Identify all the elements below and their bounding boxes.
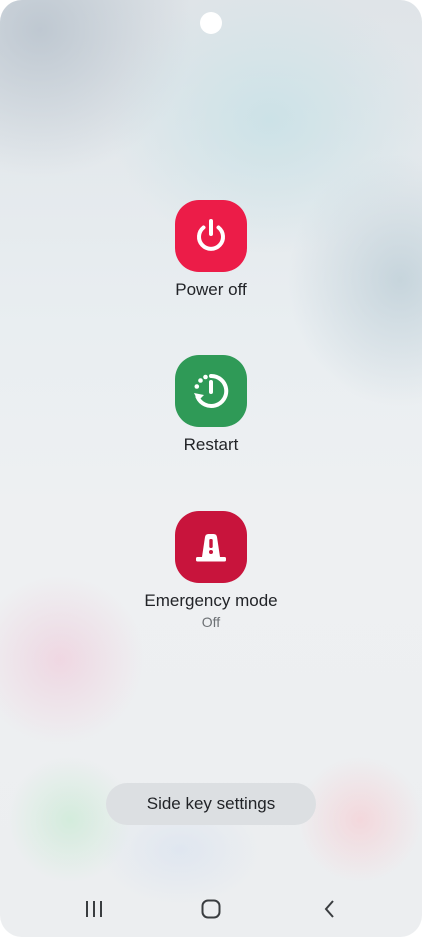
side-key-settings-button[interactable]: Side key settings <box>106 783 316 825</box>
emergency-mode-button[interactable]: Emergency mode Off <box>0 511 422 631</box>
navigation-bar <box>0 885 422 933</box>
back-button[interactable] <box>300 885 360 933</box>
back-icon <box>324 900 334 918</box>
restart-tile[interactable] <box>175 355 247 427</box>
home-icon <box>201 899 221 919</box>
emergency-mode-status: Off <box>201 614 221 630</box>
emergency-mode-label: Emergency mode <box>144 591 278 610</box>
power-off-label: Power off <box>175 280 247 299</box>
power-off-button[interactable]: Power off <box>0 200 422 300</box>
emergency-mode-tile[interactable] <box>175 511 247 583</box>
power-icon <box>197 219 225 251</box>
restart-label: Restart <box>183 435 239 454</box>
front-camera-cutout <box>200 12 222 34</box>
restart-button[interactable]: Restart <box>0 355 422 455</box>
recent-apps-icon <box>86 901 102 917</box>
home-button[interactable] <box>181 885 241 933</box>
power-menu-screen: Power off Restart Emergency mode Off Sid… <box>0 0 422 937</box>
restart-icon <box>194 373 229 408</box>
emergency-siren-icon <box>196 534 226 562</box>
power-off-tile[interactable] <box>175 200 247 272</box>
recent-apps-button[interactable] <box>64 885 124 933</box>
